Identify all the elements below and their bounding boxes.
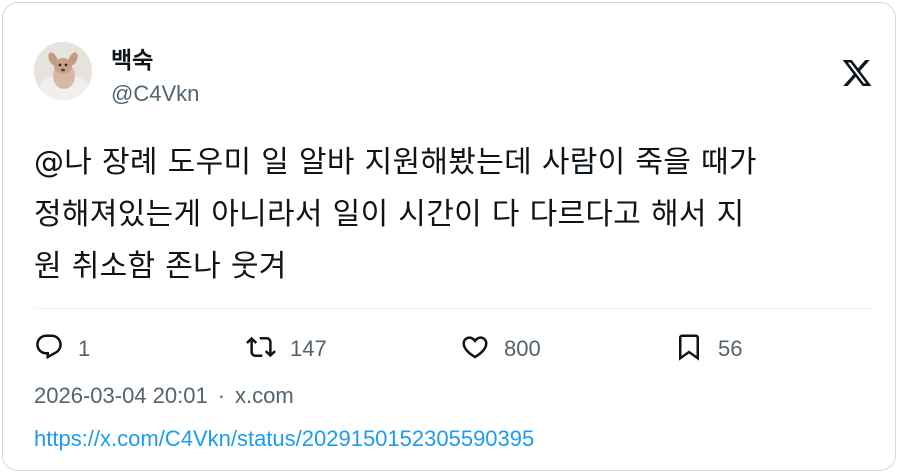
retweet-icon [246,332,276,367]
tweet-url-link[interactable]: https://x.com/C4Vkn/status/2029150152305… [34,426,534,452]
retweet-count: 147 [290,336,327,361]
source-label[interactable]: x.com [235,383,294,408]
reply-count: 1 [78,336,91,361]
meta-separator: · [217,383,226,408]
tweet-card: 백숙 @C4Vkn @나 장례 도우미 일 알바 지원해봤는데 사람이 죽을 때… [2,2,896,471]
timestamp[interactable]: 2026-03-04 20:01 [34,383,208,408]
tweet-text: @나 장례 도우미 일 알바 지원해봤는데 사람이 죽을 때가 정해져있는게 아… [34,145,757,284]
reply-icon [34,332,64,367]
heart-icon [460,332,490,367]
bookmark-count: 56 [718,336,743,361]
author-handle[interactable]: @C4Vkn [111,81,199,107]
divider [34,308,872,309]
author-name[interactable]: 백숙 [111,41,153,75]
like-count: 800 [504,336,541,361]
avatar[interactable] [34,42,92,100]
x-logo-icon[interactable] [841,57,873,89]
bookmark-icon [674,332,704,367]
bookmark-button[interactable]: 56 [674,333,742,365]
retweet-button[interactable]: 147 [246,333,327,365]
like-button[interactable]: 800 [460,333,541,365]
tweet-meta: 2026-03-04 20:01 · x.com [34,383,294,409]
reply-button[interactable]: 1 [34,333,90,365]
